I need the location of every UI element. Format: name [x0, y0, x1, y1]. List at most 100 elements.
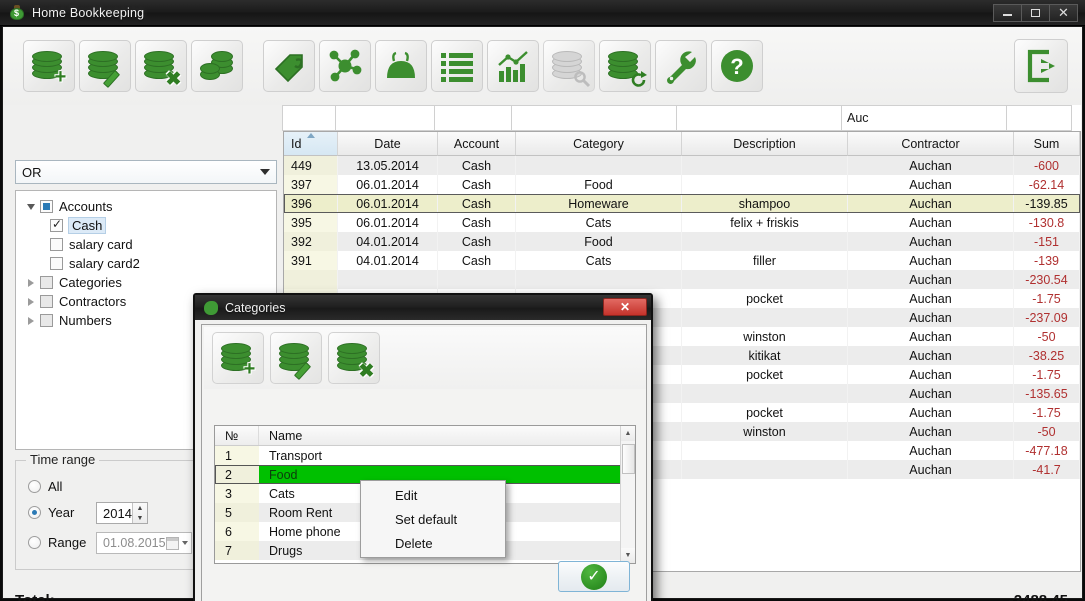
tag-icon — [274, 54, 303, 83]
cell-description: pocket — [682, 365, 848, 384]
radio-all[interactable]: All — [28, 479, 62, 494]
categories-dialog: Categories ✕ + ✖ № Name 1 Transport 2 Fo… — [193, 293, 653, 601]
dialog-title: Categories — [225, 300, 286, 315]
close-button[interactable]: ✕ — [1049, 3, 1078, 22]
minimize-button[interactable] — [993, 3, 1022, 22]
checkbox[interactable] — [50, 257, 63, 270]
filter-input-contractor[interactable]: Auc — [841, 105, 1007, 131]
report-button[interactable] — [487, 40, 539, 92]
table-row[interactable]: 396 06.01.2014 Cash Homeware shampoo Auchan -1… — [284, 194, 1080, 213]
help-button[interactable]: ? — [711, 40, 763, 92]
add-record-button[interactable]: + — [23, 40, 75, 92]
chevron-right-icon[interactable] — [24, 295, 38, 309]
checkbox[interactable] — [40, 295, 53, 308]
dialog-ok-button[interactable]: ✓ — [558, 561, 630, 592]
calendar-icon[interactable] — [166, 536, 179, 550]
cell-description — [682, 270, 848, 289]
cell-category: Cats — [516, 213, 682, 232]
chevron-down-icon[interactable] — [24, 200, 38, 214]
checkbox[interactable] — [50, 217, 63, 232]
list-item[interactable]: 1 Transport — [215, 446, 635, 465]
cell-sum: -38.25 — [1014, 346, 1080, 365]
column-header-account[interactable]: Account — [438, 132, 516, 156]
chevron-down-icon — [260, 169, 270, 175]
checkbox[interactable] — [40, 276, 53, 289]
maximize-button[interactable] — [1021, 3, 1050, 22]
database-refresh-button[interactable] — [599, 40, 651, 92]
categories-scrollbar[interactable]: ▲ ▼ — [620, 426, 635, 563]
column-header-date[interactable]: Date — [338, 132, 438, 156]
dialog-delete-category-button[interactable]: ✖ — [328, 332, 380, 384]
table-row[interactable]: Auchan -230.54 — [284, 270, 1080, 289]
tree-item-accounts[interactable]: Accounts — [20, 197, 272, 216]
column-header-id[interactable]: Id — [284, 132, 338, 156]
cell-contractor: Auchan — [848, 460, 1014, 479]
tree-item-salary-card2[interactable]: salary card2 — [20, 254, 272, 273]
year-value: 2014 — [103, 505, 132, 521]
total-label: Total: — [15, 592, 55, 601]
context-menu-item-delete[interactable]: Delete — [361, 531, 505, 555]
dialog-add-category-button[interactable]: + — [212, 332, 264, 384]
context-menu-item-set-default[interactable]: Set default — [361, 507, 505, 531]
spinner-buttons[interactable]: ▲ ▼ — [132, 503, 147, 523]
radio-icon-selected[interactable] — [28, 506, 41, 519]
context-menu[interactable]: Edit Set default Delete — [360, 480, 506, 558]
dialog-close-button[interactable]: ✕ — [603, 298, 647, 316]
table-row[interactable]: 392 04.01.2014 Cash Food Auchan -151 — [284, 232, 1080, 251]
checkbox[interactable] — [50, 238, 63, 251]
cell-contractor: Auchan — [848, 403, 1014, 422]
contractors-button[interactable] — [319, 40, 371, 92]
filter-input-sum[interactable] — [1006, 105, 1072, 131]
accounts-button[interactable] — [375, 40, 427, 92]
cell-account: Cash — [438, 232, 516, 251]
delete-record-button[interactable]: ✖ — [135, 40, 187, 92]
tree-item-salary-card[interactable]: salary card — [20, 235, 272, 254]
dialog-edit-category-button[interactable] — [270, 332, 322, 384]
scrollbar-thumb[interactable] — [622, 444, 635, 474]
tree-item-categories[interactable]: Categories — [20, 273, 272, 292]
checkbox[interactable] — [40, 314, 53, 327]
column-header-label: Contractor — [901, 136, 960, 151]
chevron-right-icon[interactable] — [24, 314, 38, 328]
column-header-description[interactable]: Description — [682, 132, 848, 156]
radio-range[interactable]: Range — [28, 535, 86, 550]
edit-record-button[interactable] — [79, 40, 131, 92]
purse-icon — [387, 51, 415, 78]
filter-input-id[interactable] — [282, 105, 336, 131]
scroll-up-icon[interactable]: ▲ — [621, 426, 635, 441]
table-row[interactable]: 449 13.05.2014 Cash Auchan -600 — [284, 156, 1080, 175]
filter-input-date[interactable] — [335, 105, 435, 131]
filter-input-category[interactable] — [511, 105, 677, 131]
settings-button[interactable] — [655, 40, 707, 92]
tree-item-cash[interactable]: Cash — [20, 216, 272, 235]
checkbox[interactable] — [40, 200, 53, 213]
database-search-button[interactable] — [543, 40, 595, 92]
range-from-input[interactable]: 01.08.2015 — [96, 532, 192, 554]
context-menu-item-edit[interactable]: Edit — [361, 483, 505, 507]
category-number: 5 — [215, 503, 259, 522]
radio-icon[interactable] — [28, 480, 41, 493]
exit-button[interactable] — [1014, 39, 1068, 93]
list-button[interactable] — [431, 40, 483, 92]
table-row[interactable]: 391 04.01.2014 Cash Cats filler Auchan -139 — [284, 251, 1080, 270]
table-row[interactable]: 395 06.01.2014 Cash Cats felix + friskis Auch… — [284, 213, 1080, 232]
column-header-sum[interactable]: Sum — [1014, 132, 1080, 156]
table-row[interactable]: 397 06.01.2014 Cash Food Auchan -62.14 — [284, 175, 1080, 194]
chevron-right-icon[interactable] — [24, 276, 38, 290]
column-header-name: Name — [269, 428, 303, 443]
column-header-label: Account — [453, 136, 500, 151]
cell-date: 06.01.2014 — [338, 213, 438, 232]
filter-input-description[interactable] — [676, 105, 842, 131]
column-header-category[interactable]: Category — [516, 132, 682, 156]
radio-icon[interactable] — [28, 536, 41, 549]
column-header-contractor[interactable]: Contractor — [848, 132, 1014, 156]
column-filter-row[interactable]: Auc — [282, 105, 1081, 131]
filter-input-account[interactable] — [434, 105, 512, 131]
chevron-down-icon[interactable] — [182, 541, 188, 545]
coins-button[interactable] — [191, 40, 243, 92]
year-spinner[interactable]: 2014 ▲ ▼ — [96, 502, 148, 524]
logic-operator-dropdown[interactable]: OR — [15, 160, 277, 184]
cell-account: Cash — [438, 175, 516, 194]
radio-year[interactable]: Year — [28, 505, 74, 520]
categories-button[interactable] — [263, 40, 315, 92]
